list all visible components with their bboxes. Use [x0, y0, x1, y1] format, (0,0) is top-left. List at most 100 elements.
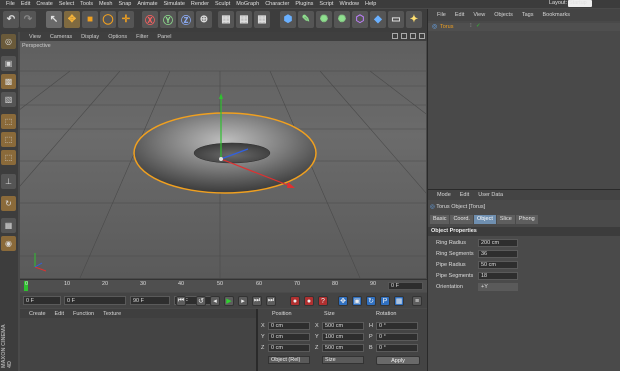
vp-menu-view[interactable]: View — [29, 34, 41, 40]
tab-basic[interactable]: Basic — [430, 215, 450, 224]
current-frame-field[interactable]: 0 F — [388, 282, 423, 290]
points-mode-icon[interactable]: ⬚ — [1, 114, 16, 129]
deformer-icon[interactable]: ⬡ — [352, 11, 368, 28]
go-to-start-icon[interactable]: ⏮ — [176, 296, 186, 306]
menu-help[interactable]: Help — [365, 1, 376, 7]
rotate-view-icon[interactable] — [410, 33, 416, 39]
size-z-field[interactable]: 500 cm — [322, 344, 364, 352]
render-picture-viewer-icon[interactable]: ▦ — [236, 11, 252, 28]
rot-h-field[interactable]: 0 ° — [376, 322, 418, 330]
render-settings-icon[interactable]: ▦ — [254, 11, 270, 28]
menu-plugins[interactable]: Plugins — [295, 1, 313, 7]
size-y-field[interactable]: 100 cm — [322, 333, 364, 341]
menu-file[interactable]: File — [6, 1, 15, 7]
mat-menu-function[interactable]: Function — [73, 311, 94, 317]
undo-icon[interactable]: ↶ — [3, 11, 19, 28]
om-menu-bookmarks[interactable]: Bookmarks — [542, 12, 570, 18]
coordinate-system-icon[interactable]: ⊕ — [196, 11, 212, 28]
vp-menu-filter[interactable]: Filter — [136, 34, 148, 40]
camera-icon[interactable]: ▭ — [388, 11, 404, 28]
menu-tools[interactable]: Tools — [80, 1, 93, 7]
pos-y-field[interactable]: 0 cm — [268, 333, 310, 341]
layout-select[interactable]: Startup — [568, 0, 592, 7]
panel-divider[interactable] — [256, 309, 258, 371]
render-view-icon[interactable]: ▦ — [218, 11, 234, 28]
move-tool-icon[interactable]: ✥ — [64, 11, 80, 28]
om-menu-edit[interactable]: Edit — [455, 12, 464, 18]
menu-animate[interactable]: Animate — [137, 1, 157, 7]
vertical-divider[interactable] — [427, 9, 428, 371]
pos-z-field[interactable]: 0 cm — [268, 344, 310, 352]
ring-segments-field[interactable]: 36 — [478, 250, 518, 258]
ring-radius-field[interactable]: 200 cm — [478, 239, 518, 247]
tab-object[interactable]: Object — [473, 215, 496, 224]
object-name[interactable]: Torus — [440, 24, 453, 30]
tab-phong[interactable]: Phong — [515, 215, 538, 224]
axis-mode-icon[interactable]: ⊥ — [1, 174, 16, 189]
visibility-dots-icon[interactable]: ⁝ — [470, 23, 472, 29]
solo-mode-icon[interactable]: ◉ — [1, 236, 16, 251]
go-to-prev-key-icon[interactable]: ↺ — [196, 296, 206, 306]
vp-menu-options[interactable]: Options — [108, 34, 127, 40]
menu-mesh[interactable]: Mesh — [99, 1, 112, 7]
rotate-tool-icon[interactable]: ◯ — [100, 11, 116, 28]
go-to-next-key-icon[interactable]: ⏭ — [252, 296, 262, 306]
play-icon[interactable]: ▶ — [224, 296, 234, 306]
model-mode-icon[interactable]: ▣ — [1, 56, 16, 71]
preview-max-field[interactable]: 90 F — [130, 296, 170, 305]
pos-x-field[interactable]: 0 cm — [268, 322, 310, 330]
prev-frame-icon[interactable]: ◂ — [210, 296, 220, 306]
recent-tools-icon[interactable]: ✛ — [118, 11, 134, 28]
coord-size-dropdown[interactable]: Size — [322, 356, 364, 364]
scale-key-icon[interactable]: ▣ — [352, 296, 362, 306]
tab-coord[interactable]: Coord. — [450, 215, 473, 224]
om-menu-objects[interactable]: Objects — [494, 12, 513, 18]
keyframe-selection-icon[interactable]: ? — [318, 296, 328, 306]
menu-sculpt[interactable]: Sculpt — [215, 1, 230, 7]
point-level-key-icon[interactable]: ▦ — [394, 296, 404, 306]
parameter-key-icon[interactable]: P — [380, 296, 390, 306]
workplane-icon[interactable]: ▧ — [1, 92, 16, 107]
menu-mograph[interactable]: MoGraph — [236, 1, 259, 7]
make-editable-icon[interactable]: ◎ — [1, 34, 16, 49]
menu-select[interactable]: Select — [59, 1, 74, 7]
mat-menu-texture[interactable]: Texture — [103, 311, 121, 317]
vp-menu-cameras[interactable]: Cameras — [50, 34, 72, 40]
redo-icon[interactable]: ↷ — [20, 11, 36, 28]
next-frame-icon[interactable]: ▸ — [238, 296, 248, 306]
x-axis-lock-icon[interactable]: Ⓧ — [142, 11, 158, 28]
start-frame-field[interactable]: 0 F — [23, 296, 61, 305]
record-active-objects-icon[interactable]: ● — [290, 296, 300, 306]
tab-slice[interactable]: Slice — [496, 215, 515, 224]
menu-script[interactable]: Script — [319, 1, 333, 7]
scale-tool-icon[interactable]: ■ — [82, 11, 98, 28]
z-axis-lock-icon[interactable]: Ⓩ — [178, 11, 194, 28]
pipe-segments-field[interactable]: 18 — [478, 272, 518, 280]
rot-b-field[interactable]: 0 ° — [376, 344, 418, 352]
toggle-view-icon[interactable] — [419, 33, 425, 39]
spline-pen-icon[interactable]: ✎ — [298, 11, 314, 28]
polygons-mode-icon[interactable]: ⬚ — [1, 150, 16, 165]
preview-min-field[interactable]: 0 F — [64, 296, 126, 305]
pan-view-icon[interactable] — [392, 33, 398, 39]
menu-render[interactable]: Render — [191, 1, 209, 7]
am-menu-edit[interactable]: Edit — [460, 192, 469, 198]
om-menu-tags[interactable]: Tags — [522, 12, 534, 18]
cube-primitive-icon[interactable]: ⬢ — [280, 11, 296, 28]
om-menu-view[interactable]: View — [473, 12, 485, 18]
mat-menu-edit[interactable]: Edit — [55, 311, 64, 317]
go-to-end-icon[interactable]: ⏭ — [266, 296, 276, 306]
timeline-menu-icon[interactable]: ≡ — [412, 296, 422, 306]
om-menu-file[interactable]: File — [437, 12, 446, 18]
coord-mode-dropdown[interactable]: Object (Rel) — [268, 356, 310, 364]
array-icon[interactable]: ✺ — [334, 11, 350, 28]
perspective-viewport[interactable]: Perspective — [20, 41, 426, 278]
am-menu-mode[interactable]: Mode — [437, 192, 451, 198]
vp-menu-display[interactable]: Display — [81, 34, 99, 40]
edges-mode-icon[interactable]: ⬚ — [1, 132, 16, 147]
vp-menu-panel[interactable]: Panel — [157, 34, 171, 40]
menu-character[interactable]: Character — [265, 1, 289, 7]
y-axis-lock-icon[interactable]: Ⓨ — [160, 11, 176, 28]
am-menu-user-data[interactable]: User Data — [478, 192, 503, 198]
menu-create[interactable]: Create — [36, 1, 53, 7]
